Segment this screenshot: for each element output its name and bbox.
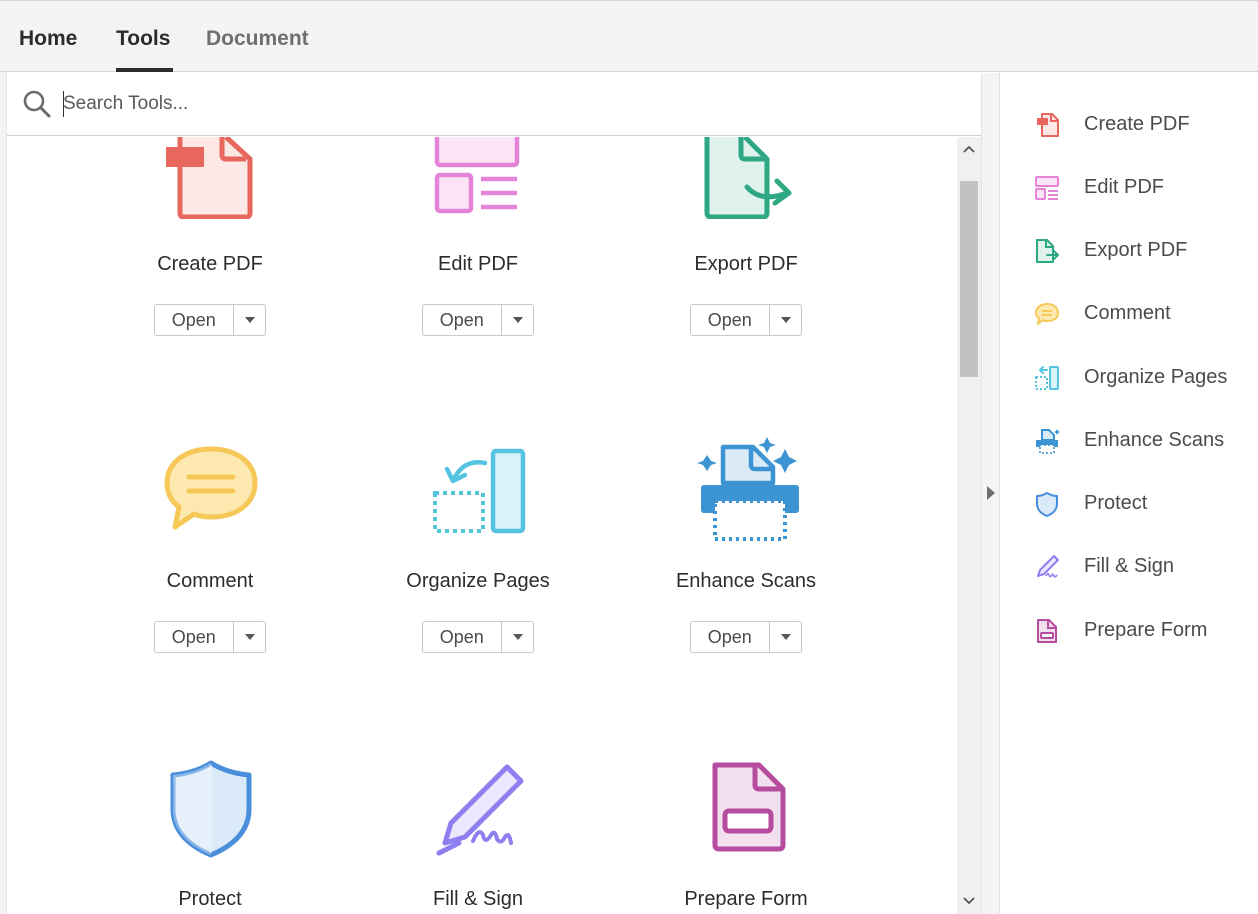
open-dropdown-button[interactable]: [502, 305, 533, 335]
open-split-button: Open: [422, 304, 534, 336]
right-pane-item-label: Edit PDF: [1084, 176, 1165, 198]
chevron-down-icon: [244, 317, 255, 323]
left-edge-strip: [0, 72, 7, 914]
chevron-down-icon: [780, 317, 791, 323]
collapse-pane-arrow-icon[interactable]: [987, 486, 995, 500]
tools-grid: Create PDF Open Edit PDF Open Export PDF…: [7, 137, 957, 914]
open-button[interactable]: Open: [155, 305, 234, 335]
tab-home[interactable]: Home: [19, 27, 77, 51]
shield-icon: [1036, 492, 1058, 517]
organize-pages-icon[interactable]: [431, 447, 527, 537]
right-pane-item-protect[interactable]: Protect: [1000, 484, 1258, 524]
right-pane-item-label: Comment: [1084, 302, 1171, 324]
tool-label: Prepare Form: [684, 888, 808, 910]
right-pane-item-export-pdf[interactable]: Export PDF: [1000, 231, 1258, 271]
tool-label: Fill & Sign: [432, 888, 524, 910]
open-button[interactable]: Open: [155, 622, 234, 652]
open-button[interactable]: Open: [691, 305, 770, 335]
right-pane-item-fill-sign[interactable]: Fill & Sign: [1000, 547, 1258, 587]
open-button[interactable]: Open: [423, 305, 502, 335]
open-dropdown-button[interactable]: [770, 305, 801, 335]
tool-label: Enhance Scans: [675, 570, 817, 592]
right-tools-pane: Create PDF Edit PDF Export PDF Comment O…: [1000, 73, 1258, 914]
shield-icon[interactable]: [169, 759, 253, 859]
open-dropdown-button[interactable]: [234, 305, 265, 335]
right-pane-item-enhance-scans[interactable]: Enhance Scans: [1000, 421, 1258, 461]
chevron-down-icon: [512, 634, 523, 640]
vertical-scrollbar[interactable]: [957, 137, 981, 914]
tool-label: Create PDF: [157, 253, 263, 275]
top-tab-bar: Home Tools Document: [0, 0, 1258, 72]
enhance-scans-icon[interactable]: [693, 435, 803, 547]
open-dropdown-button[interactable]: [770, 622, 801, 652]
text-caret: [63, 91, 64, 117]
open-split-button: Open: [422, 621, 534, 653]
scroll-up-arrow-icon[interactable]: [957, 137, 981, 163]
comment-icon[interactable]: [161, 443, 261, 535]
right-pane-item-label: Organize Pages: [1084, 366, 1228, 388]
fill-sign-icon[interactable]: [429, 761, 529, 857]
tool-label: Export PDF: [694, 253, 798, 275]
tool-label: Organize Pages: [406, 570, 550, 592]
scrollbar-thumb[interactable]: [960, 181, 978, 377]
tool-label: Edit PDF: [437, 253, 519, 275]
search-icon[interactable]: [22, 89, 52, 119]
chevron-down-icon: [244, 634, 255, 640]
comment-icon: [1035, 303, 1059, 325]
create-pdf-icon: [1037, 113, 1059, 137]
export-pdf-icon[interactable]: [699, 137, 799, 219]
open-split-button: Open: [154, 621, 266, 653]
fill-sign-icon: [1037, 555, 1059, 578]
search-bar: [7, 73, 981, 136]
active-tab-indicator: [116, 68, 173, 72]
right-pane-item-label: Export PDF: [1084, 239, 1188, 261]
export-pdf-icon: [1036, 239, 1059, 263]
right-pane-item-label: Prepare Form: [1084, 619, 1208, 641]
chevron-down-icon: [780, 634, 791, 640]
right-pane-item-prepare-form[interactable]: Prepare Form: [1000, 611, 1258, 651]
open-dropdown-button[interactable]: [502, 622, 533, 652]
open-button[interactable]: Open: [423, 622, 502, 652]
tool-label: Comment: [166, 570, 254, 592]
open-split-button: Open: [690, 621, 802, 653]
right-pane-item-label: Fill & Sign: [1084, 555, 1175, 577]
right-pane-item-edit-pdf[interactable]: Edit PDF: [1000, 168, 1258, 208]
organize-pages-icon: [1035, 366, 1059, 390]
right-pane-item-organize-pages[interactable]: Organize Pages: [1000, 358, 1258, 398]
right-pane-item-label: Create PDF: [1084, 113, 1190, 135]
create-pdf-icon[interactable]: [160, 137, 260, 219]
prepare-form-icon: [1037, 619, 1057, 643]
open-split-button: Open: [154, 304, 266, 336]
open-dropdown-button[interactable]: [234, 622, 265, 652]
right-pane-item-create-pdf[interactable]: Create PDF: [1000, 105, 1258, 145]
tool-label: Protect: [178, 888, 242, 910]
chevron-down-icon: [512, 317, 523, 323]
tab-document[interactable]: Document: [206, 27, 309, 51]
tab-tools[interactable]: Tools: [116, 27, 170, 51]
edit-pdf-icon[interactable]: [433, 137, 523, 217]
right-pane-item-comment[interactable]: Comment: [1000, 294, 1258, 334]
prepare-form-icon[interactable]: [709, 761, 789, 853]
search-input[interactable]: [63, 89, 763, 119]
enhance-scans-icon: [1036, 429, 1060, 454]
edit-pdf-icon: [1035, 176, 1059, 200]
open-button[interactable]: Open: [691, 622, 770, 652]
open-split-button: Open: [690, 304, 802, 336]
right-pane-item-label: Protect: [1084, 492, 1148, 514]
right-pane-item-label: Enhance Scans: [1084, 429, 1225, 451]
scroll-down-arrow-icon[interactable]: [957, 888, 981, 914]
